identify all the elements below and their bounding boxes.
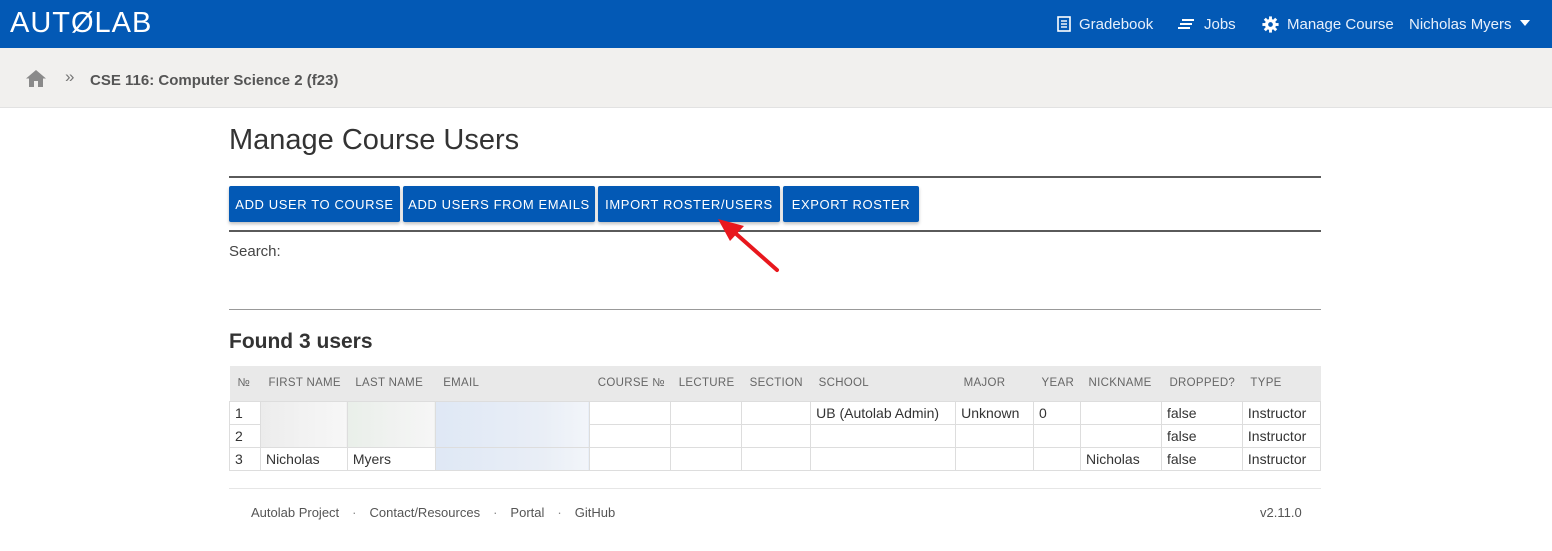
- search-divider: [229, 309, 1321, 310]
- nav-gradebook-label: Gradebook: [1079, 15, 1154, 33]
- cell-email-redacted: [434, 446, 591, 471]
- header-lecture[interactable]: LECTURE: [670, 366, 742, 401]
- cell-year: [1033, 446, 1081, 471]
- cell-dropped: false: [1160, 446, 1243, 471]
- header-school[interactable]: SCHOOL: [810, 366, 956, 401]
- top-navbar: AUTØLAB Gradebook Jobs Manage Course Nic…: [0, 0, 1552, 48]
- footer-separator: ·: [493, 505, 498, 520]
- cell-section: [741, 423, 812, 448]
- cell-email-redacted: [434, 400, 591, 448]
- table-row[interactable]: 1 UB (Autolab Admin) Unknown 0 false Ins…: [229, 400, 1322, 448]
- cell-lecture: [670, 446, 743, 471]
- cell-number: 3: [229, 446, 261, 471]
- nav-jobs-label: Jobs: [1204, 15, 1236, 33]
- footer-divider: [229, 488, 1321, 489]
- cell-number: 2: [229, 423, 261, 448]
- cell-number: 1: [229, 400, 261, 425]
- cell-course-number: [589, 400, 672, 425]
- cell-type: Instructor: [1241, 400, 1322, 425]
- version-label: v2.11.0: [1260, 505, 1302, 520]
- footer-link-contact-resources[interactable]: Contact/Resources: [370, 505, 481, 520]
- header-year[interactable]: YEAR: [1033, 366, 1081, 401]
- page-title: Manage Course Users: [229, 124, 520, 156]
- gear-icon: [1262, 15, 1279, 33]
- cell-first-name-redacted: [259, 400, 348, 448]
- autolab-logo[interactable]: AUTØLAB: [10, 8, 152, 38]
- header-first-name[interactable]: FIRST NAME: [260, 366, 348, 401]
- gradebook-icon: [1057, 16, 1071, 32]
- cell-dropped: false: [1160, 400, 1243, 425]
- cell-type: Instructor: [1241, 446, 1322, 471]
- cell-last-name-redacted: [346, 400, 436, 448]
- cell-nickname: Nicholas: [1080, 446, 1162, 471]
- footer-separator: ·: [557, 505, 562, 520]
- breadcrumb: » CSE 116: Computer Science 2 (f23): [0, 48, 1552, 108]
- buttons-divider: [229, 230, 1321, 232]
- header-nickname[interactable]: NICKNAME: [1080, 366, 1162, 401]
- breadcrumb-course-link[interactable]: CSE 116: Computer Science 2 (f23): [90, 72, 338, 89]
- cell-lecture: [670, 400, 743, 425]
- nav-manage-course[interactable]: Manage Course: [1262, 0, 1394, 48]
- import-roster-button[interactable]: IMPORT ROSTER/USERS: [598, 186, 780, 222]
- cell-year: 0: [1033, 400, 1081, 425]
- cell-major: Unknown: [955, 400, 1035, 425]
- user-name: Nicholas Myers: [1409, 15, 1512, 33]
- jobs-icon: [1178, 19, 1194, 29]
- add-users-from-emails-button[interactable]: ADD USERS FROM EMAILS: [403, 186, 595, 222]
- cell-section: [741, 446, 812, 471]
- user-menu[interactable]: Nicholas Myers: [1409, 0, 1512, 48]
- home-icon[interactable]: [26, 70, 46, 87]
- cell-nickname: [1080, 400, 1162, 425]
- cell-dropped: false: [1160, 423, 1243, 448]
- breadcrumb-separator: »: [65, 67, 75, 86]
- footer-link-github[interactable]: GitHub: [575, 505, 615, 520]
- title-divider: [229, 176, 1321, 178]
- cell-year: [1033, 423, 1081, 448]
- header-type[interactable]: TYPE: [1242, 366, 1321, 401]
- cell-major: [955, 446, 1035, 471]
- cell-nickname: [1080, 423, 1162, 448]
- header-number[interactable]: №: [229, 366, 261, 401]
- cell-lecture: [670, 423, 743, 448]
- header-dropped[interactable]: DROPPED?: [1161, 366, 1243, 401]
- cell-type: Instructor: [1241, 423, 1322, 448]
- cell-last-name: Myers: [346, 446, 436, 471]
- users-table: № FIRST NAME LAST NAME EMAIL COURSE № LE…: [229, 366, 1322, 471]
- footer-link-autolab-project[interactable]: Autolab Project: [251, 505, 339, 520]
- nav-gradebook[interactable]: Gradebook: [1057, 0, 1153, 48]
- header-course-number[interactable]: COURSE №: [589, 366, 671, 401]
- cell-first-name: Nicholas: [259, 446, 348, 471]
- nav-jobs[interactable]: Jobs: [1178, 0, 1236, 48]
- footer-links: Autolab Project · Contact/Resources · Po…: [251, 505, 615, 520]
- table-row[interactable]: 3 Nicholas Myers Nicholas false Instruct…: [229, 446, 1322, 471]
- cell-section: [741, 400, 812, 425]
- cell-school: UB (Autolab Admin): [810, 400, 957, 425]
- header-email[interactable]: EMAIL: [435, 366, 590, 401]
- footer-separator: ·: [352, 505, 357, 520]
- table-header-row: № FIRST NAME LAST NAME EMAIL COURSE № LE…: [229, 366, 1321, 401]
- export-roster-button[interactable]: EXPORT ROSTER: [783, 186, 919, 222]
- footer-link-portal[interactable]: Portal: [510, 505, 544, 520]
- search-label: Search:: [229, 243, 281, 260]
- cell-school: [810, 446, 957, 471]
- add-user-to-course-button[interactable]: ADD USER TO COURSE: [229, 186, 400, 222]
- cell-course-number: [589, 423, 672, 448]
- nav-manage-course-label: Manage Course: [1287, 15, 1394, 33]
- caret-down-icon[interactable]: [1520, 20, 1530, 26]
- cell-major: [955, 423, 1035, 448]
- header-last-name[interactable]: LAST NAME: [347, 366, 436, 401]
- cell-course-number: [589, 446, 672, 471]
- header-major[interactable]: MAJOR: [955, 366, 1034, 401]
- cell-school: [810, 423, 957, 448]
- found-users-heading: Found 3 users: [229, 330, 373, 353]
- header-section[interactable]: SECTION: [741, 366, 811, 401]
